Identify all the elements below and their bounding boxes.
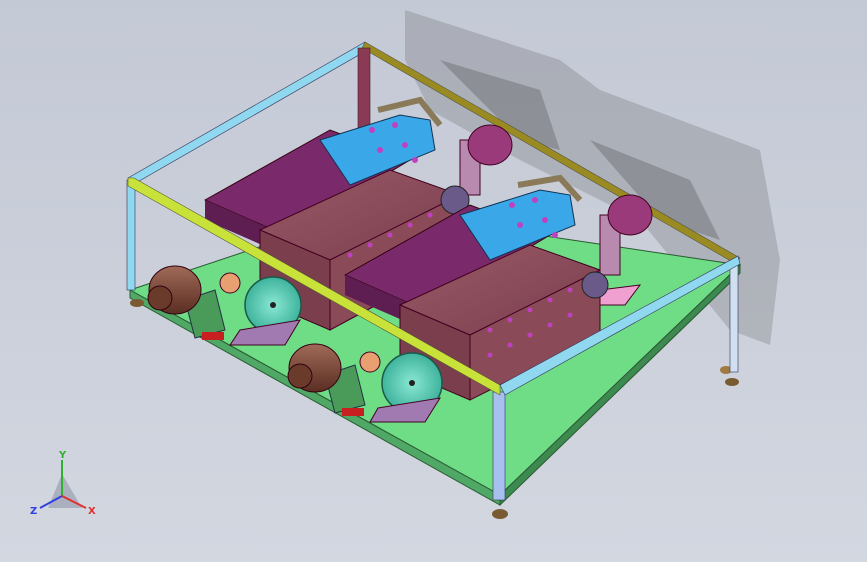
y-axis-label: Y: [58, 450, 67, 461]
cad-viewport[interactable]: Y X Z: [0, 0, 867, 562]
assembly-model[interactable]: [0, 0, 867, 562]
orientation-triad: Y X Z: [30, 450, 96, 517]
z-axis-label: Z: [30, 506, 37, 517]
x-axis-label: X: [88, 506, 96, 517]
